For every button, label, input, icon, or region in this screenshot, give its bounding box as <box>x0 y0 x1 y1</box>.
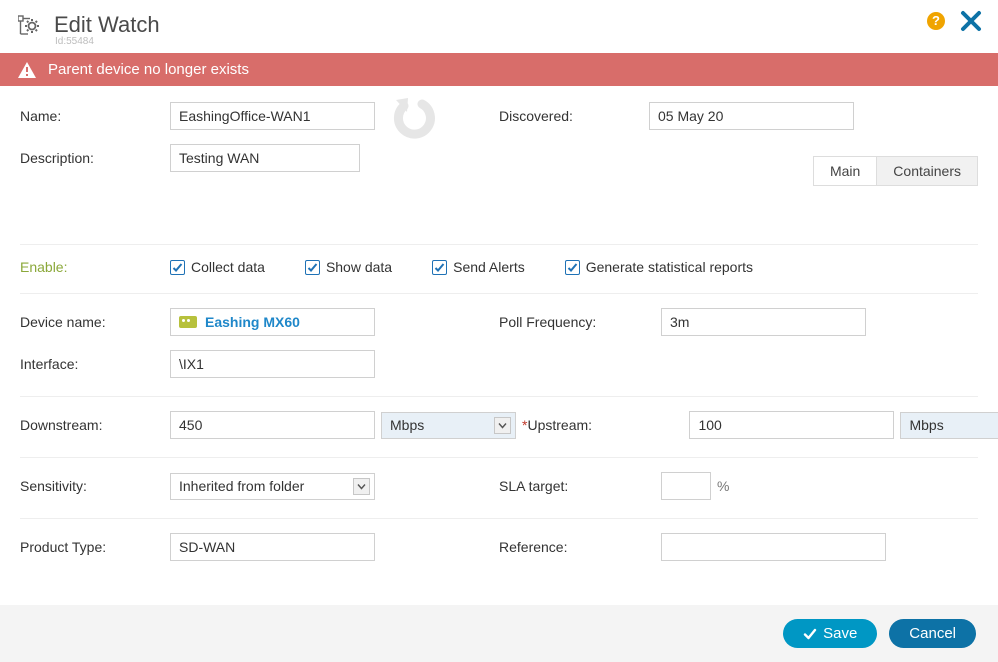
reference-input[interactable] <box>661 533 886 561</box>
product-type-input[interactable] <box>170 533 375 561</box>
generate-reports-label: Generate statistical reports <box>586 259 753 275</box>
description-input[interactable] <box>170 144 360 172</box>
name-label: Name: <box>20 108 170 124</box>
show-data-label: Show data <box>326 259 392 275</box>
reference-label: Reference: <box>499 539 661 555</box>
show-data-checkbox[interactable]: Show data <box>305 259 392 275</box>
titlebar: Edit Watch Id:55484 ? <box>0 0 998 53</box>
cancel-button[interactable]: Cancel <box>889 619 976 648</box>
enable-label: Enable: <box>20 259 170 275</box>
alert-text: Parent device no longer exists <box>48 61 249 78</box>
warning-icon <box>18 62 36 78</box>
form-area: Main Containers Name: Discovered: Descri… <box>0 86 998 605</box>
send-alerts-checkbox[interactable]: Send Alerts <box>432 259 525 275</box>
collect-data-checkbox[interactable]: Collect data <box>170 259 265 275</box>
sensitivity-label: Sensitivity: <box>20 478 170 494</box>
close-icon[interactable] <box>960 10 982 35</box>
interface-input[interactable] <box>170 350 375 378</box>
help-icon[interactable]: ? <box>926 11 946 34</box>
sensitivity-select[interactable]: Inherited from folder <box>170 473 375 500</box>
poll-frequency-label: Poll Frequency: <box>499 314 661 330</box>
chevron-down-icon <box>494 417 511 434</box>
device-name-label: Device name: <box>20 314 170 330</box>
poll-frequency-input[interactable] <box>661 308 866 336</box>
save-button-label: Save <box>823 625 857 642</box>
edit-watch-dialog: Edit Watch Id:55484 ? Parent device no l… <box>0 0 998 662</box>
upstream-label: Upstream: <box>527 417 689 433</box>
dialog-footer: Save Cancel <box>0 605 998 662</box>
upstream-input[interactable] <box>689 411 894 439</box>
sensitivity-value: Inherited from folder <box>179 478 304 494</box>
alert-banner: Parent device no longer exists <box>0 53 998 86</box>
downstream-unit-value: Mbps <box>390 417 424 433</box>
dialog-title: Edit Watch <box>54 12 160 38</box>
collect-data-label: Collect data <box>191 259 265 275</box>
downstream-label: Downstream: <box>20 417 170 433</box>
device-name-link[interactable]: Eashing MX60 <box>205 314 300 330</box>
title-block: Edit Watch Id:55484 <box>54 12 160 47</box>
chevron-down-icon <box>353 478 370 495</box>
discovered-label: Discovered: <box>499 108 649 124</box>
interface-label: Interface: <box>20 356 170 372</box>
percent-symbol: % <box>717 478 729 494</box>
product-type-label: Product Type: <box>20 539 170 555</box>
check-icon <box>803 627 817 641</box>
downstream-unit-select[interactable]: Mbps <box>381 412 516 439</box>
sla-target-input[interactable] <box>661 472 711 500</box>
cancel-button-label: Cancel <box>909 625 956 642</box>
discovered-input[interactable] <box>649 102 854 130</box>
description-label: Description: <box>20 150 170 166</box>
downstream-input[interactable] <box>170 411 375 439</box>
sla-target-label: SLA target: <box>499 478 661 494</box>
generate-reports-checkbox[interactable]: Generate statistical reports <box>565 259 753 275</box>
watch-gear-icon <box>18 14 44 41</box>
send-alerts-label: Send Alerts <box>453 259 525 275</box>
device-icon <box>179 316 197 328</box>
svg-text:?: ? <box>932 13 940 28</box>
name-input[interactable] <box>170 102 375 130</box>
upstream-unit-select[interactable]: Mbps <box>900 412 998 439</box>
upstream-unit-value: Mbps <box>909 417 943 433</box>
device-name-field[interactable]: Eashing MX60 <box>170 308 375 336</box>
save-button[interactable]: Save <box>783 619 877 648</box>
